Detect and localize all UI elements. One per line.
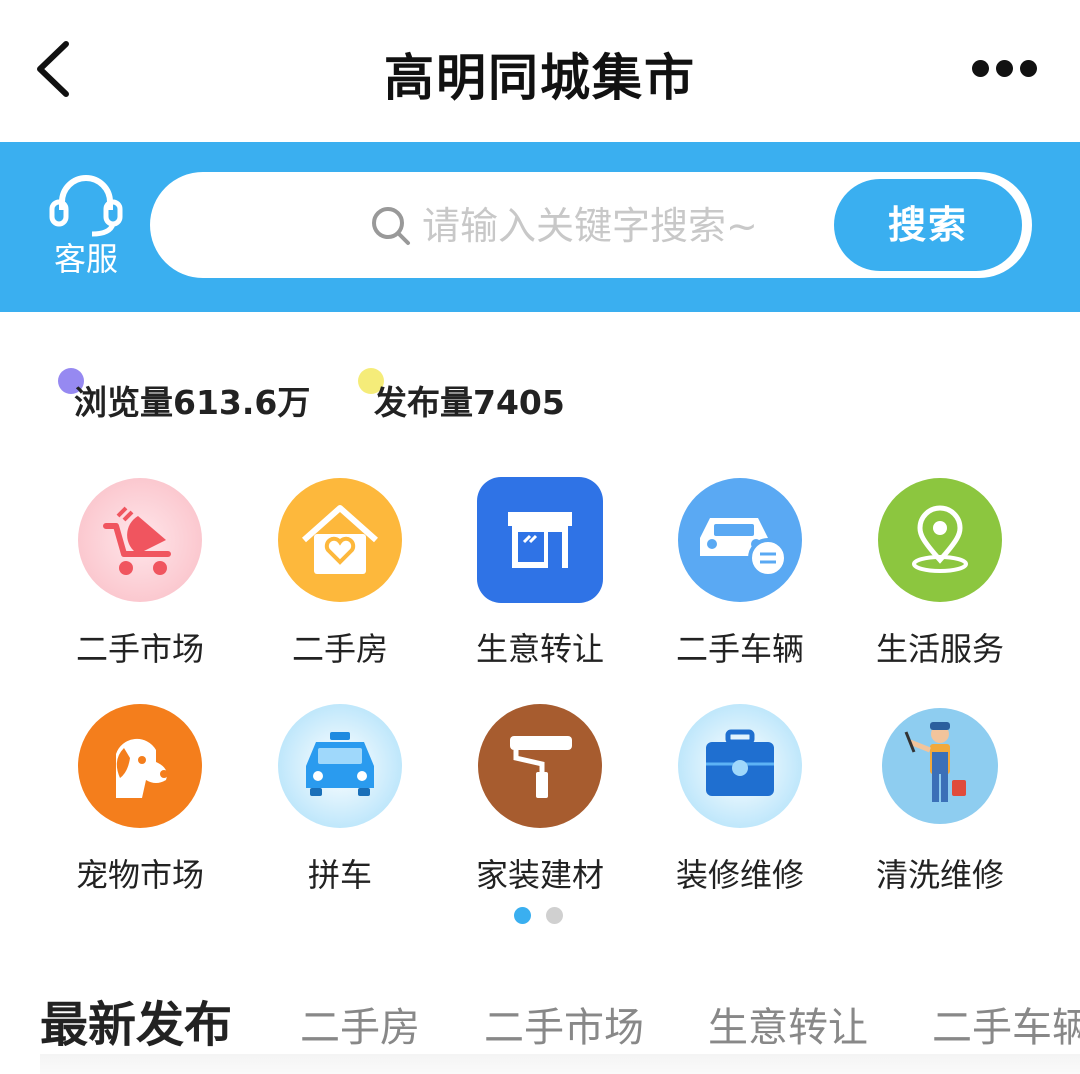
shop-icon [476, 476, 604, 604]
location-pin-icon [876, 476, 1004, 604]
search-input[interactable] [420, 200, 844, 252]
toolbox-icon [676, 702, 804, 830]
stroller-icon [76, 476, 204, 604]
category-building-materials[interactable]: 家装建材 [450, 702, 630, 896]
category-label: 生活服务 [875, 630, 1004, 668]
posts-count: 发布量7405 [374, 383, 565, 422]
page-title: 高明同城集市 [384, 49, 696, 107]
dog-icon [76, 702, 204, 830]
category-pet-market[interactable]: 宠物市场 [50, 702, 230, 896]
search-button[interactable]: 搜索 [834, 179, 1022, 271]
category-cleaning-repair[interactable]: 清洗维修 [850, 702, 1030, 896]
search-box: 搜索 [150, 172, 1032, 278]
car-icon [676, 476, 804, 604]
category-secondhand-market[interactable]: 二手市场 [50, 476, 230, 670]
tab-latest[interactable]: 最新发布 [40, 985, 232, 1055]
paint-roller-icon [476, 702, 604, 830]
tab-used-vehicles[interactable]: 二手车辆 [932, 995, 1080, 1053]
customer-service-label: 客服 [53, 240, 118, 278]
category-secondhand-house[interactable]: 二手房 [250, 476, 430, 670]
pager-dot[interactable] [546, 907, 563, 924]
posts-stat: 发布量7405 [358, 368, 565, 424]
views-stat: 浏览量613.6万 [58, 368, 311, 424]
category-label: 生意转让 [475, 630, 604, 668]
category-label: 家装建材 [475, 856, 604, 894]
tab-secondhand-market[interactable]: 二手市场 [484, 995, 644, 1053]
pager-dot-active[interactable] [514, 907, 531, 924]
category-renovation-repair[interactable]: 装修维修 [650, 702, 830, 896]
category-label: 清洗维修 [875, 856, 1004, 894]
customer-service-button[interactable]: 客服 [36, 172, 136, 282]
category-label: 拼车 [307, 856, 372, 894]
list-top-edge [40, 1054, 1080, 1074]
headset-icon [49, 175, 123, 237]
tab-secondhand-house[interactable]: 二手房 [300, 995, 420, 1053]
search-band: 客服 搜索 [0, 142, 1080, 312]
top-nav-bar: 高明同城集市 [0, 0, 1080, 142]
category-label: 二手房 [291, 630, 388, 668]
category-business-transfer[interactable]: 生意转让 [450, 476, 630, 670]
tab-business-transfer[interactable]: 生意转让 [708, 995, 868, 1053]
cleaner-worker-icon [876, 702, 1004, 830]
taxi-icon [276, 702, 404, 830]
category-life-services[interactable]: 生活服务 [850, 476, 1030, 670]
category-carpool[interactable]: 拼车 [250, 702, 430, 896]
views-count: 浏览量613.6万 [74, 383, 311, 422]
category-label: 宠物市场 [75, 856, 204, 894]
category-pager [514, 907, 578, 928]
search-icon [372, 207, 410, 245]
category-used-vehicles[interactable]: 二手车辆 [650, 476, 830, 670]
more-dots-icon[interactable] [972, 56, 1052, 82]
category-label: 装修维修 [675, 856, 804, 894]
house-heart-icon [276, 476, 404, 604]
category-label: 二手市场 [75, 630, 204, 668]
category-label: 二手车辆 [675, 630, 804, 668]
feed-tabs: 最新发布 二手房 二手市场 生意转让 二手车辆 [40, 985, 1080, 1055]
